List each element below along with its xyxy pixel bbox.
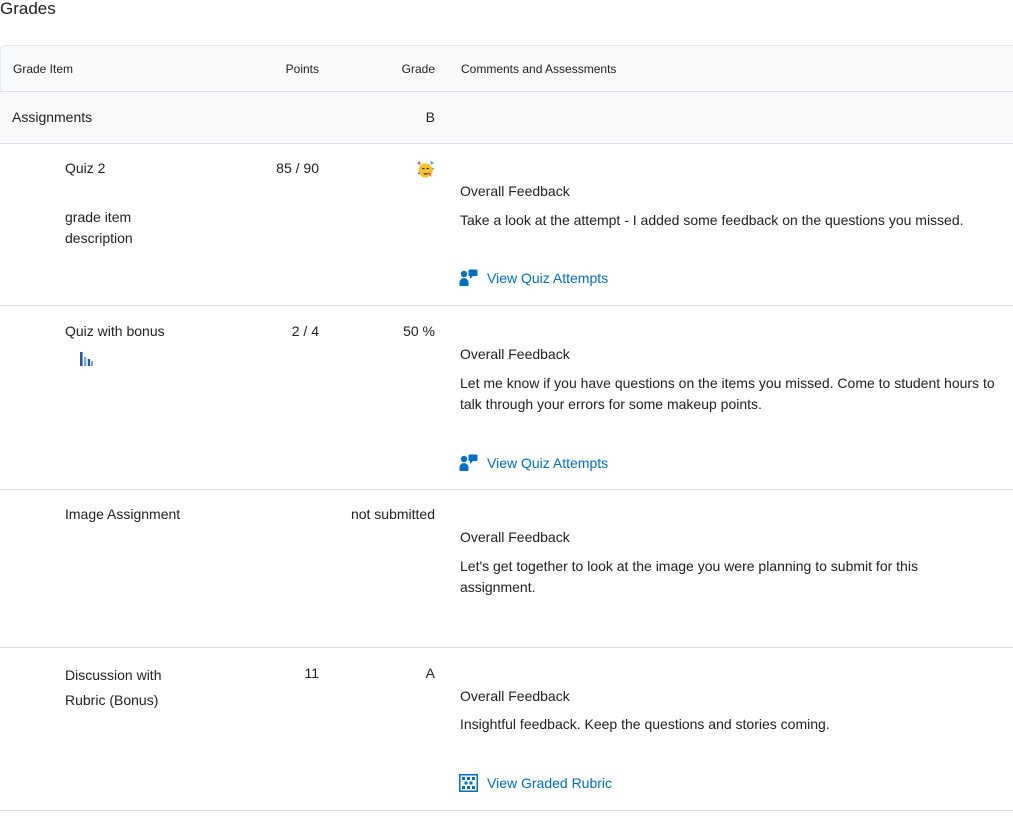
view-quiz-attempts-link[interactable]: View Quiz Attempts [459,454,608,472]
view-quiz-attempts-label[interactable]: View Quiz Attempts [487,270,608,286]
grade-value: not submitted [350,506,435,522]
points-value: 11 [304,665,319,681]
view-graded-rubric-label[interactable]: View Graded Rubric [487,775,612,791]
points-value: 2 / 4 [291,323,319,339]
bar-chart-icon[interactable] [80,351,93,372]
table-row: Image Assignment not submitted Overall F… [0,490,1013,648]
category-row-assignments: Assignments B [0,92,1013,144]
view-quiz-attempts-link[interactable]: View Quiz Attempts [459,269,608,287]
table-row: Quiz with bonus 2 / 4 50 % Overall Feedb… [0,306,1013,490]
grade-item-name: Quiz 2 [65,160,106,176]
quiz-attempts-icon [459,269,478,287]
feedback-title: Overall Feedback [460,529,570,545]
view-graded-rubric-link[interactable]: View Graded Rubric [459,774,612,792]
grades-table: Grade Item Points Grade Comments and Ass… [0,45,1013,811]
feedback-text: Insightful feedback. Keep the questions … [460,716,830,732]
table-row: Discussion with Rubric (Bonus) 11 A Over… [0,648,1013,811]
feedback-title: Overall Feedback [460,183,570,199]
feedback-text: Let's get together to look at the image … [460,558,918,595]
category-name: Assignments [12,109,93,125]
table-row: Quiz 2 grade item description 85 / 90 Ov… [0,144,1013,306]
category-grade: B [425,109,435,125]
points-value: 85 / 90 [276,160,319,176]
grade-item-name: Discussion with Rubric (Bonus) [65,667,162,708]
feedback-title: Overall Feedback [460,346,570,362]
header-comments: Comments and Assessments [461,62,617,76]
page-title: Grades [0,0,56,18]
header-grade-item: Grade Item [13,62,74,76]
view-quiz-attempts-label[interactable]: View Quiz Attempts [487,455,608,471]
feedback-text: Let me know if you have questions on the… [460,375,995,412]
grade-item-name: Quiz with bonus [65,323,165,339]
table-header: Grade Item Points Grade Comments and Ass… [0,45,1013,92]
header-grade: Grade [401,62,435,76]
quiz-attempts-icon [459,454,478,472]
grade-value: 50 % [403,323,435,339]
rubric-icon [459,774,478,792]
grade-value: A [425,665,435,681]
grade-item-description: grade item description [65,209,133,246]
header-points: Points [285,62,319,76]
party-face-emoji-icon [416,160,435,185]
feedback-title: Overall Feedback [460,688,570,704]
feedback-text: Take a look at the attempt - I added som… [460,212,964,228]
grade-item-name: Image Assignment [65,506,181,522]
